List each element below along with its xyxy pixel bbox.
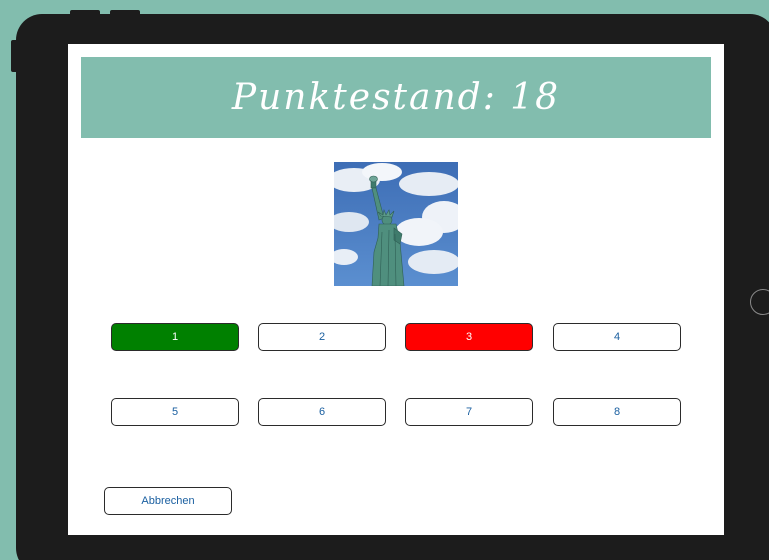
answer-label: 3 — [465, 331, 473, 343]
answer-button-1[interactable]: 1 — [111, 323, 239, 351]
score-banner: Punktestand: 18 — [81, 57, 711, 138]
answer-label: 4 — [613, 331, 621, 343]
quiz-screen: Punktestand: 18 1 2 3 4 5 6 7 8 Abbreche… — [68, 44, 724, 535]
answer-label: 1 — [171, 331, 179, 343]
statue-of-liberty-image — [334, 162, 458, 286]
home-button[interactable] — [750, 289, 769, 315]
score-text: Punktestand: 18 — [231, 77, 561, 118]
answer-label: 2 — [318, 331, 326, 343]
answer-button-3[interactable]: 3 — [405, 323, 533, 351]
cancel-button[interactable]: Abbrechen — [104, 487, 232, 515]
answer-button-6[interactable]: 6 — [258, 398, 386, 426]
cancel-label: Abbrechen — [141, 495, 195, 507]
answer-label: 5 — [171, 406, 179, 418]
answer-label: 6 — [318, 406, 326, 418]
answer-button-8[interactable]: 8 — [553, 398, 681, 426]
answer-label: 7 — [465, 406, 473, 418]
answer-button-5[interactable]: 5 — [111, 398, 239, 426]
answer-button-4[interactable]: 4 — [553, 323, 681, 351]
answer-button-7[interactable]: 7 — [405, 398, 533, 426]
device-stage: Punktestand: 18 1 2 3 4 5 6 7 8 Abbreche… — [0, 0, 769, 560]
answer-label: 8 — [613, 406, 621, 418]
answer-button-2[interactable]: 2 — [258, 323, 386, 351]
